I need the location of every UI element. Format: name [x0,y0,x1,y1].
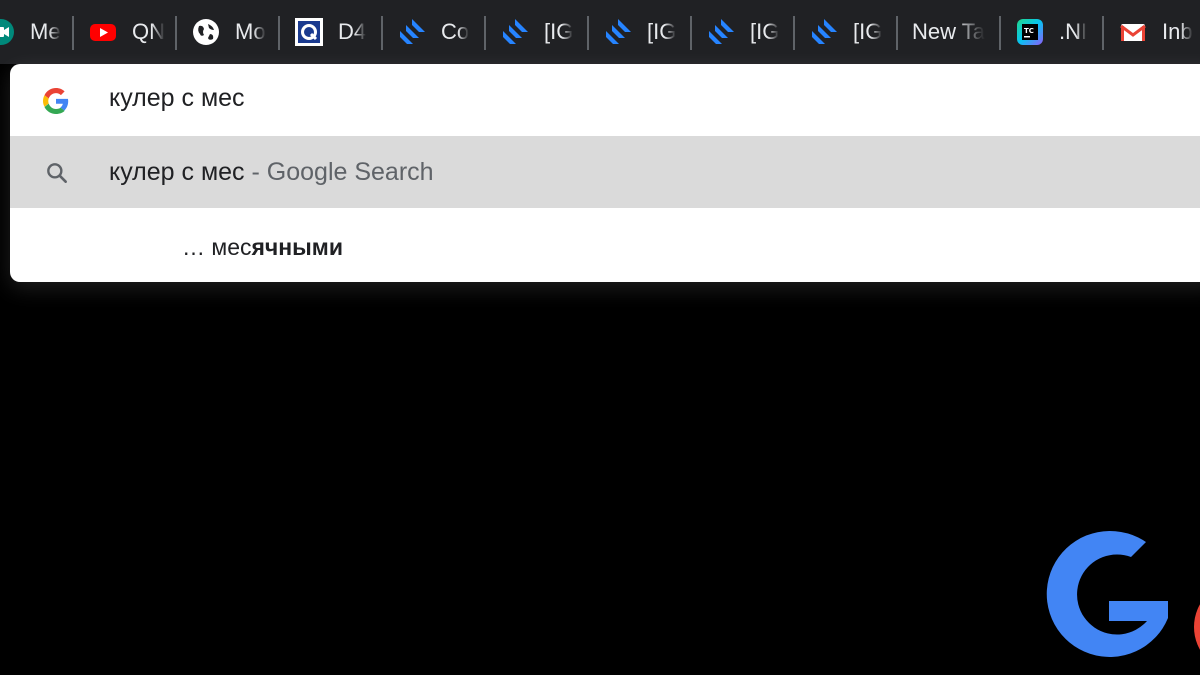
teamcity-icon: TC [1015,17,1045,47]
tab-globe[interactable]: Mo [177,0,280,64]
tab-title: [IG [647,19,677,44]
tail-completion: ячными [251,234,343,260]
google-g-icon [43,88,69,114]
gmail-icon [1118,17,1148,47]
tab-new-tab[interactable]: New Ta [898,0,1001,64]
suggestion-search-row[interactable]: кулер с мес - Google Search [10,136,1200,208]
suggestion-text: кулер с мес - Google Search [109,158,434,187]
tab-qnap[interactable]: D4 [280,0,383,64]
jira-icon [809,17,839,47]
tab-title: .NI [1059,19,1088,44]
svg-text:TC: TC [1024,27,1034,35]
omnibox-dropdown: кулер с мес - Google Search … месячными [10,64,1200,282]
suggestion-separator: - [251,158,260,186]
tab-title: [IG [544,19,574,44]
jira-icon [500,17,530,47]
qnap-icon [294,17,324,47]
jira-icon [706,17,736,47]
tab-title: New Ta [912,19,985,44]
jira-icon [397,17,427,47]
tab-title: [IG [750,19,780,44]
tab-jira-2[interactable]: [IG [486,0,589,64]
omnibox [10,64,1200,136]
tab-youtube[interactable]: QN [74,0,177,64]
google-logo [1035,515,1200,675]
tail-prefix: … мес [182,234,252,260]
tab-jira-5[interactable]: [IG [795,0,898,64]
tab-jira-1[interactable]: Co [383,0,486,64]
omnibox-input[interactable] [109,84,1009,113]
tab-jira-4[interactable]: [IG [692,0,795,64]
youtube-icon [88,17,118,47]
tab-teamcity[interactable]: TC .NI [1001,0,1104,64]
suggestion-provider: Google Search [266,158,434,186]
tab-gmail[interactable]: Inb [1104,0,1200,64]
tab-title: Me [30,19,61,44]
tab-title: Inb [1162,19,1193,44]
tab-title: D4 [338,19,367,44]
tab-meet[interactable]: Me [0,0,74,64]
tab-jira-3[interactable]: [IG [589,0,692,64]
globe-icon [191,17,221,47]
tab-title: Co [441,19,470,44]
tab-strip: Me QN Mo D4 Co [IG [IG [IG [IG New Ta TC… [0,0,1200,64]
meet-icon [0,17,16,47]
jira-icon [603,17,633,47]
tail-suggestion-row[interactable]: … месячными [10,208,1200,282]
tab-title: QN [132,19,165,44]
suggestion-query: кулер с мес [109,158,245,186]
tab-title: [IG [853,19,883,44]
search-icon [44,160,70,186]
tail-suggestion-text: … месячными [182,234,343,261]
tab-title: Mo [235,19,266,44]
